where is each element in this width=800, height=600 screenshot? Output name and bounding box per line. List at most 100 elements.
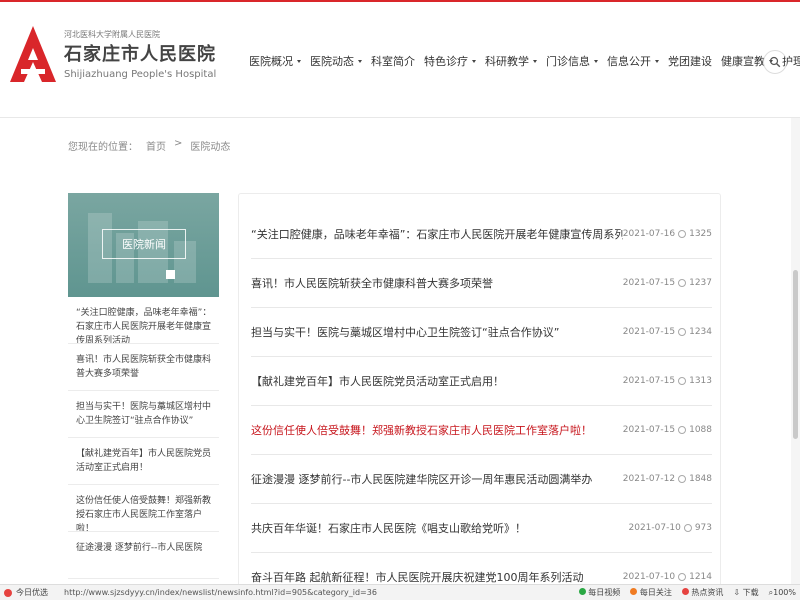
eye-icon xyxy=(683,524,692,532)
status-zoom[interactable]: ⌕100% xyxy=(769,588,796,598)
hospital-logo-icon[interactable] xyxy=(8,24,58,86)
news-date: 2021-07-15 xyxy=(622,425,676,435)
download-icon: ⇩ xyxy=(733,588,741,597)
eye-icon xyxy=(678,230,687,238)
news-meta: 2021-07-16 1325 xyxy=(623,229,712,239)
news-meta: 2021-07-15 1234 xyxy=(623,327,712,337)
site-header: 河北医科大学附属人民医院 石家庄市人民医院 Shijiazhuang Peopl… xyxy=(0,0,800,118)
news-meta: 2021-07-15 1313 xyxy=(623,376,712,386)
nav-item-party-building[interactable]: 党团建设 xyxy=(668,53,712,69)
sidebar-banner: 医院新闻 xyxy=(68,193,219,297)
nav-item-outpatient-info[interactable]: 门诊信息 xyxy=(546,53,598,69)
breadcrumb-prefix: 您现在的位置： xyxy=(68,142,138,153)
news-row[interactable]: 征途漫漫 逐梦前行--市人民医院建华院区开诊一周年惠民活动圆满举办 2021-0… xyxy=(251,455,712,504)
chevron-down-icon xyxy=(297,59,301,63)
logo-text-group[interactable]: 河北医科大学附属人民医院 石家庄市人民医院 Shijiazhuang Peopl… xyxy=(64,30,216,81)
status-attention[interactable]: 每日关注 xyxy=(630,587,672,598)
status-left-label[interactable]: 今日优选 xyxy=(16,587,48,598)
news-row[interactable]: 这份信任使人倍受鼓舞！郑强新教授石家庄市人民医院工作室落户啦！ 2021-07-… xyxy=(251,406,712,455)
chevron-down-icon xyxy=(533,59,537,63)
news-views: 1237 xyxy=(689,278,712,288)
status-video[interactable]: 每日视频 xyxy=(578,587,621,598)
nav-label: 门诊信息 xyxy=(546,55,590,68)
breadcrumb-current[interactable]: 医院动态 xyxy=(190,138,230,153)
news-views: 1088 xyxy=(689,425,712,435)
status-download[interactable]: ⇩ 下载 xyxy=(733,587,758,598)
sidebar-decor-square xyxy=(166,270,175,279)
logo-title: 石家庄市人民医院 xyxy=(64,44,216,65)
news-row[interactable]: 共庆百年华诞！石家庄市人民医院《唱支山歌给党听》！ 2021-07-10 973 xyxy=(251,504,712,553)
nav-item-hospital-overview[interactable]: 医院概况 xyxy=(249,53,301,69)
nav-item-departments[interactable]: 科室简介 xyxy=(371,53,415,69)
browser-status-bar: 今日优选 http://www.sjzsdyyy.cn/index/newsli… xyxy=(0,584,800,600)
news-date: 2021-07-15 xyxy=(622,278,676,288)
news-date: 2021-07-15 xyxy=(622,376,676,386)
sidebar-news-item[interactable]: 担当与实干！医院与藁城区增村中心卫生院签订“驻点合作协议” xyxy=(68,391,219,438)
news-views: 1234 xyxy=(689,327,712,337)
news-meta: 2021-07-15 1088 xyxy=(623,425,712,435)
nav-item-special-treatment[interactable]: 特色诊疗 xyxy=(424,53,476,69)
search-button[interactable] xyxy=(763,50,787,74)
news-row[interactable]: 【献礼建党百年】市人民医院党员活动室正式启用！ 2021-07-15 1313 xyxy=(251,357,712,406)
eye-icon xyxy=(678,328,687,336)
news-row[interactable]: “关注口腔健康，品味老年幸福”：石家庄市人民医院开展老年健康宣传周系列活动 20… xyxy=(251,210,712,259)
news-views: 1313 xyxy=(689,376,712,386)
status-right: 每日视频 每日关注 热点资讯 ⇩ 下载 ⌕100% xyxy=(578,587,796,598)
status-download-label: 下载 xyxy=(742,588,759,597)
news-title[interactable]: 担当与实干！医院与藁城区增村中心卫生院签订“驻点合作协议” xyxy=(251,324,559,340)
news-date: 2021-07-15 xyxy=(622,327,676,337)
news-title[interactable]: 【献礼建党百年】市人民医院党员活动室正式启用！ xyxy=(251,373,504,389)
sidebar-news-item[interactable]: “关注口腔健康，品味老年幸福”：石家庄市人民医院开展老年健康宣传周系列活动 xyxy=(68,297,219,344)
recommend-icon xyxy=(4,588,12,597)
news-title[interactable]: 喜讯！市人民医院斩获全市健康科普大赛多项荣誉 xyxy=(251,275,493,291)
news-title[interactable]: 这份信任使人倍受鼓舞！郑强新教授石家庄市人民医院工作室落户啦！ xyxy=(251,422,592,438)
sidebar-news-item[interactable]: 征途漫漫 逐梦前行--市人民医院 xyxy=(68,532,219,579)
status-hot-label: 热点资讯 xyxy=(691,588,724,597)
scrollbar-thumb[interactable] xyxy=(793,270,798,439)
news-date: 2021-07-16 xyxy=(622,229,676,239)
news-meta: 2021-07-12 1848 xyxy=(623,474,712,484)
news-title[interactable]: “关注口腔健康，品味老年幸福”：石家庄市人民医院开展老年健康宣传周系列活动 xyxy=(251,226,623,242)
news-title[interactable]: 征途漫漫 逐梦前行--市人民医院建华院区开诊一周年惠民活动圆满举办 xyxy=(251,471,592,487)
chevron-down-icon xyxy=(655,59,659,63)
news-views: 973 xyxy=(694,523,712,533)
eye-icon xyxy=(678,279,687,287)
news-date: 2021-07-10 xyxy=(622,572,676,582)
status-url: http://www.sjzsdyyy.cn/index/newslist/ne… xyxy=(64,588,377,597)
news-meta: 2021-07-10 1214 xyxy=(623,572,712,582)
search-icon xyxy=(769,56,781,68)
eye-icon xyxy=(678,426,687,434)
news-row[interactable]: 喜讯！市人民医院斩获全市健康科普大赛多项荣誉 2021-07-15 1237 xyxy=(251,259,712,308)
breadcrumb-home-link[interactable]: 首页 xyxy=(146,138,166,153)
status-hot[interactable]: 热点资讯 xyxy=(681,587,724,598)
news-views: 1325 xyxy=(689,229,712,239)
news-title[interactable]: 共庆百年华诞！石家庄市人民医院《唱支山歌给党听》！ xyxy=(251,520,526,536)
sidebar-news-item[interactable]: 这份信任使人倍受鼓舞！郑强新教授石家庄市人民医院工作室落户啦！ xyxy=(68,485,219,532)
breadcrumb-separator: > xyxy=(174,138,183,149)
eye-icon xyxy=(678,475,687,483)
main-navigation: 医院概况 医院动态 科室简介 特色诊疗 科研教学 门诊信息 信息公开 党团建设 … xyxy=(249,53,800,69)
eye-icon xyxy=(678,377,687,385)
nav-label: 特色诊疗 xyxy=(424,55,468,68)
sidebar-title[interactable]: 医院新闻 xyxy=(102,229,186,259)
news-meta: 2021-07-15 1237 xyxy=(623,278,712,288)
nav-item-hospital-news[interactable]: 医院动态 xyxy=(310,53,362,69)
news-views: 1848 xyxy=(689,474,712,484)
page-scrollbar[interactable] xyxy=(791,118,800,584)
news-row[interactable]: 奋斗百年路 起航新征程！市人民医院开展庆祝建党100周年系列活动 2021-07… xyxy=(251,553,712,588)
news-title[interactable]: 奋斗百年路 起航新征程！市人民医院开展庆祝建党100周年系列活动 xyxy=(251,569,584,585)
status-video-label: 每日视频 xyxy=(588,588,621,597)
news-icon xyxy=(681,588,689,595)
news-sidebar: 医院新闻 “关注口腔健康，品味老年幸福”：石家庄市人民医院开展老年健康宣传周系列… xyxy=(68,193,219,588)
nav-item-public-info[interactable]: 信息公开 xyxy=(607,53,659,69)
video-icon xyxy=(578,588,586,595)
sidebar-news-item[interactable]: 喜讯！市人民医院斩获全市健康科普大赛多项荣誉 xyxy=(68,344,219,391)
status-left: 今日优选 http://www.sjzsdyyy.cn/index/newsli… xyxy=(0,587,377,598)
sidebar-news-item[interactable]: 【献礼建党百年】市人民医院党员活动室正式启用！ xyxy=(68,438,219,485)
nav-label: 科室简介 xyxy=(371,55,415,68)
news-row[interactable]: 担当与实干！医院与藁城区增村中心卫生院签订“驻点合作协议” 2021-07-15… xyxy=(251,308,712,357)
nav-label: 党团建设 xyxy=(668,55,712,68)
news-meta: 2021-07-10 973 xyxy=(629,523,713,533)
status-attention-label: 每日关注 xyxy=(639,588,672,597)
nav-item-research-teaching[interactable]: 科研教学 xyxy=(485,53,537,69)
